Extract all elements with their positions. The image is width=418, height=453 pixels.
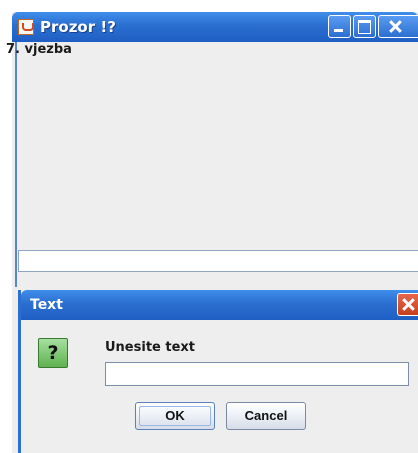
main-titlebar[interactable]: Prozor !? <box>12 12 418 42</box>
cancel-button[interactable]: Cancel <box>226 402 306 430</box>
focus-ring <box>139 406 211 426</box>
dialog-titlebar[interactable]: Text <box>21 290 418 320</box>
dialog-close-button[interactable] <box>397 293 418 316</box>
java-cup-icon <box>18 19 34 35</box>
window-title: Prozor !? <box>40 18 116 36</box>
minimize-button[interactable] <box>328 15 351 38</box>
close-window-button[interactable] <box>378 15 418 38</box>
maximize-button[interactable] <box>353 15 376 38</box>
ok-button[interactable]: OK <box>135 402 215 430</box>
main-text-field[interactable] <box>18 250 418 272</box>
question-icon: ? <box>38 338 68 368</box>
exercise-label: 7. vjezba <box>6 42 72 57</box>
cancel-button-label: Cancel <box>244 408 288 423</box>
text-input[interactable] <box>105 362 409 386</box>
input-dialog: Text ? Unesite text OK Cancel <box>18 290 418 453</box>
prompt-label: Unesite text <box>105 340 196 355</box>
dialog-title: Text <box>30 297 63 313</box>
